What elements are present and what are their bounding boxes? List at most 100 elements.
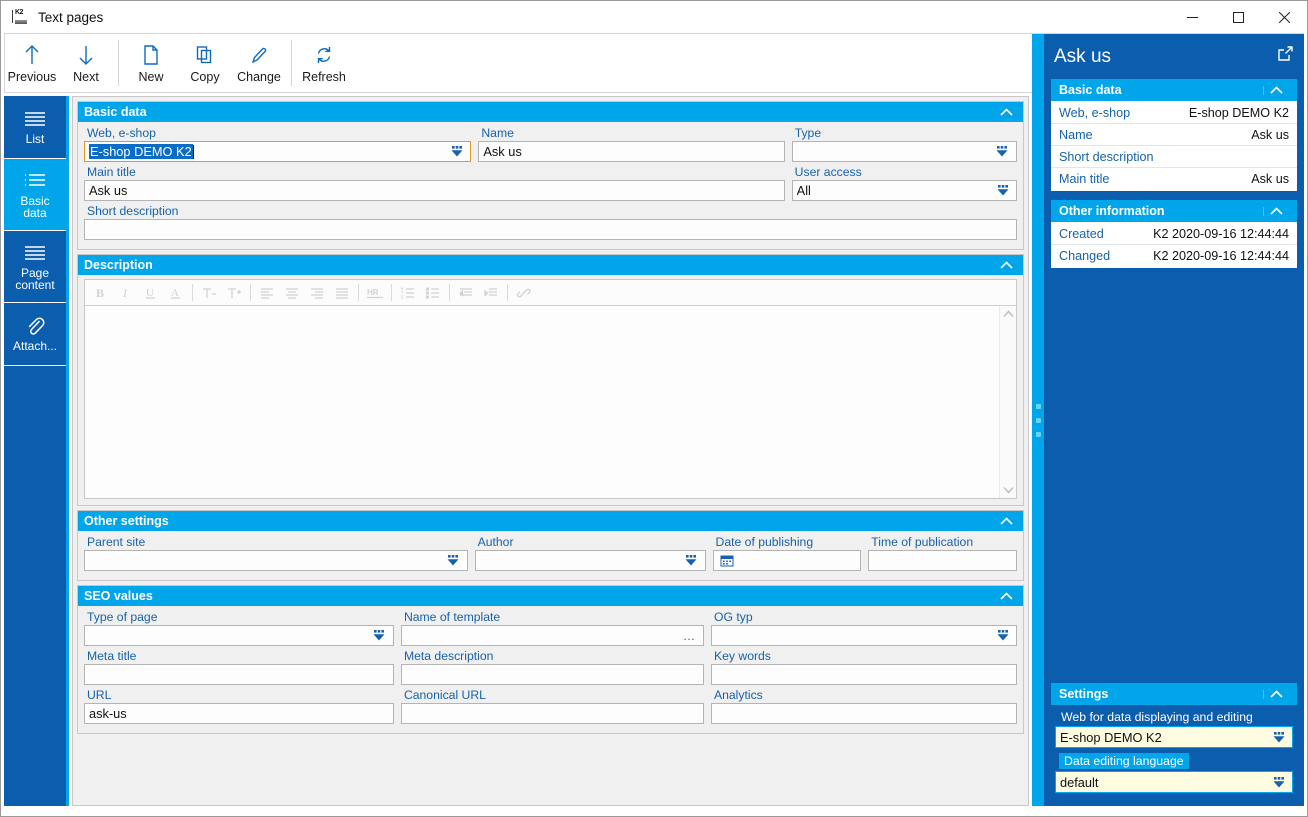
list-item: Changed K2 2020-09-16 12:44:44 <box>1051 245 1297 267</box>
indent-icon[interactable] <box>479 282 503 304</box>
field-author: Author <box>474 535 706 571</box>
name-of-template-input[interactable]: … <box>400 625 704 646</box>
field-canonical-url: Canonical URL <box>400 688 704 724</box>
field-type-of-page: Type of page <box>84 610 394 646</box>
panel-header-other-settings[interactable]: Other settings <box>78 511 1023 531</box>
font-color-icon[interactable]: A <box>164 282 188 304</box>
og-typ-input[interactable] <box>711 625 1017 646</box>
horizontal-rule-icon[interactable]: HR <box>363 282 387 304</box>
lookup-dropdown-icon[interactable] <box>1269 776 1288 789</box>
lookup-dropdown-icon[interactable] <box>1269 731 1288 744</box>
form-row-2: Main title Ask us User access All <box>84 165 1017 204</box>
settings-language-input[interactable]: default <box>1055 771 1293 793</box>
sidebar-item-basic-data[interactable]: Basic data <box>4 159 66 231</box>
type-input[interactable] <box>791 141 1017 162</box>
maximize-icon[interactable] <box>1215 1 1261 33</box>
right-card-settings: Settings Web for data displaying and edi… <box>1044 683 1304 800</box>
lookup-dropdown-icon[interactable] <box>447 145 466 158</box>
ordered-list-icon[interactable] <box>396 282 420 304</box>
date-of-publishing-input[interactable]: 16/09/2020 <box>712 550 862 571</box>
meta-title-input[interactable] <box>84 664 394 685</box>
settings-header[interactable]: Settings <box>1051 683 1297 705</box>
new-label: New <box>138 70 164 84</box>
lookup-dropdown-icon[interactable] <box>444 554 463 567</box>
user-access-input[interactable]: All <box>791 180 1017 201</box>
lines-icon <box>22 242 48 264</box>
panel-header-basic-data[interactable]: Basic data <box>78 102 1023 122</box>
sidebar-item-label: Attach... <box>12 339 58 354</box>
copy-button[interactable]: Copy <box>178 34 232 92</box>
close-icon[interactable] <box>1261 1 1307 33</box>
key-words-input[interactable] <box>711 664 1017 685</box>
font-decrease-icon[interactable] <box>197 282 221 304</box>
right-card-header[interactable]: Basic data <box>1051 79 1297 101</box>
url-input[interactable]: ask-us <box>84 703 394 724</box>
main-title-input[interactable]: Ask us <box>84 180 785 201</box>
align-right-icon[interactable] <box>305 282 329 304</box>
panel-header-description[interactable]: Description <box>78 255 1023 275</box>
panel-header-seo-values[interactable]: SEO values <box>78 586 1023 606</box>
name-input[interactable]: Ask us <box>478 141 785 162</box>
canonical-url-input[interactable] <box>400 703 704 724</box>
list-item: Name Ask us <box>1051 124 1297 146</box>
bold-icon[interactable]: B <box>89 282 113 304</box>
meta-description-input[interactable] <box>400 664 704 685</box>
align-justify-icon[interactable] <box>330 282 354 304</box>
lookup-dropdown-icon[interactable] <box>993 184 1012 197</box>
chevron-up-icon[interactable] <box>1263 689 1289 699</box>
previous-label: Previous <box>7 70 57 84</box>
align-left-icon[interactable] <box>255 282 279 304</box>
author-input[interactable] <box>474 550 706 571</box>
lookup-dropdown-icon[interactable] <box>993 629 1012 642</box>
analytics-input[interactable] <box>711 703 1017 724</box>
url-value: ask-us <box>89 706 127 721</box>
lookup-dropdown-icon[interactable] <box>682 554 701 567</box>
refresh-button[interactable]: Refresh <box>297 34 351 92</box>
field-parent-site: Parent site <box>84 535 468 571</box>
splitter-grip-dot <box>1035 417 1041 423</box>
row-key: Short description <box>1059 149 1154 164</box>
underline-icon[interactable]: U <box>139 282 163 304</box>
chevron-up-icon[interactable] <box>995 260 1017 270</box>
description-text-area[interactable] <box>85 306 1016 498</box>
chevron-up-icon[interactable] <box>995 591 1017 601</box>
description-scrollbar[interactable] <box>999 306 1016 498</box>
short-description-input[interactable] <box>84 219 1017 240</box>
time-of-publication-input[interactable]: 12:43:14 <box>868 550 1017 571</box>
right-card-other-information: Other information Created K2 2020-09-16 … <box>1051 200 1297 268</box>
font-increase-icon[interactable] <box>222 282 246 304</box>
settings-web-input[interactable]: E-shop DEMO K2 <box>1055 726 1293 748</box>
align-center-icon[interactable] <box>280 282 304 304</box>
list-item: Main title Ask us <box>1051 168 1297 190</box>
calendar-icon[interactable] <box>718 554 737 567</box>
left-sidebar: List Basic data Page content Attach... <box>4 96 69 806</box>
copy-label: Copy <box>190 70 220 84</box>
ellipsis-browse-icon[interactable]: … <box>680 629 699 643</box>
sidebar-item-list[interactable]: List <box>4 96 66 159</box>
sidebar-item-attachments[interactable]: Attach... <box>4 303 66 366</box>
type-of-page-input[interactable] <box>84 625 394 646</box>
parent-site-input[interactable] <box>84 550 468 571</box>
next-button[interactable]: Next <box>59 34 113 92</box>
change-button[interactable]: Change <box>232 34 286 92</box>
chevron-up-icon[interactable] <box>1263 206 1289 216</box>
lookup-dropdown-icon[interactable] <box>993 145 1012 158</box>
new-button[interactable]: New <box>124 34 178 92</box>
panel-splitter[interactable] <box>1032 34 1044 806</box>
link-icon[interactable] <box>512 282 536 304</box>
external-link-icon[interactable] <box>1277 45 1294 68</box>
previous-button[interactable]: Previous <box>5 34 59 92</box>
minimize-icon[interactable] <box>1169 1 1215 33</box>
row-value: Ask us <box>1251 172 1289 186</box>
chevron-up-icon[interactable] <box>1263 85 1289 95</box>
lookup-dropdown-icon[interactable] <box>370 629 389 642</box>
unordered-list-icon[interactable] <box>421 282 445 304</box>
list-item: Short description <box>1051 146 1297 168</box>
sidebar-item-page-content[interactable]: Page content <box>4 231 66 303</box>
web-eshop-input[interactable]: E-shop DEMO K2 <box>84 141 472 162</box>
chevron-up-icon[interactable] <box>995 107 1017 117</box>
italic-icon[interactable]: I <box>114 282 138 304</box>
outdent-icon[interactable] <box>454 282 478 304</box>
right-card-header[interactable]: Other information <box>1051 200 1297 222</box>
chevron-up-icon[interactable] <box>995 516 1017 526</box>
